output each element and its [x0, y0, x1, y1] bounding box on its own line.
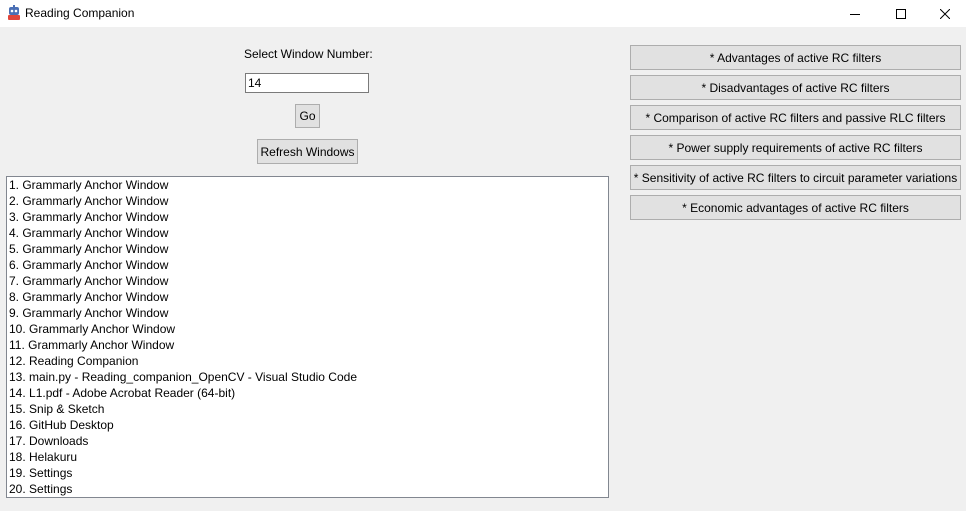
window-title: Reading Companion [25, 6, 135, 20]
window-list-item[interactable]: 3. Grammarly Anchor Window [7, 209, 608, 225]
close-icon [940, 8, 950, 19]
robot-app-icon [8, 5, 20, 20]
window-list-item[interactable]: 7. Grammarly Anchor Window [7, 273, 608, 289]
title-bar[interactable]: Reading Companion [0, 0, 966, 27]
window-list-item[interactable]: 13. main.py - Reading_companion_OpenCV -… [7, 369, 608, 385]
window-list-item[interactable]: 19. Settings [7, 465, 608, 481]
close-button[interactable] [924, 0, 966, 27]
minimize-icon [850, 13, 860, 15]
go-button[interactable]: Go [295, 104, 320, 128]
window-list-item[interactable]: 2. Grammarly Anchor Window [7, 193, 608, 209]
select-window-label: Select Window Number: [244, 47, 373, 61]
window-list-item[interactable]: 12. Reading Companion [7, 353, 608, 369]
window-list-item[interactable]: 10. Grammarly Anchor Window [7, 321, 608, 337]
topic-button[interactable]: * Disadvantages of active RC filters [630, 75, 961, 100]
minimize-button[interactable] [832, 0, 878, 27]
window-listbox[interactable]: 1. Grammarly Anchor Window 2. Grammarly A… [6, 176, 609, 498]
maximize-icon [896, 8, 906, 19]
window-list-item[interactable]: 17. Downloads [7, 433, 608, 449]
topic-button[interactable]: * Sensitivity of active RC filters to ci… [630, 165, 961, 190]
window-list-item[interactable]: 4. Grammarly Anchor Window [7, 225, 608, 241]
topic-button[interactable]: * Comparison of active RC filters and pa… [630, 105, 961, 130]
window-list-item[interactable]: 9. Grammarly Anchor Window [7, 305, 608, 321]
window-list-item[interactable]: 6. Grammarly Anchor Window [7, 257, 608, 273]
window-list-item[interactable]: 14. L1.pdf - Adobe Acrobat Reader (64-bi… [7, 385, 608, 401]
window-list-item[interactable]: 11. Grammarly Anchor Window [7, 337, 608, 353]
window-list-item[interactable]: 8. Grammarly Anchor Window [7, 289, 608, 305]
window-list-item[interactable]: 18. Helakuru [7, 449, 608, 465]
window-list-item[interactable]: 15. Snip & Sketch [7, 401, 608, 417]
refresh-windows-button[interactable]: Refresh Windows [257, 139, 358, 164]
maximize-button[interactable] [878, 0, 924, 27]
window-number-input[interactable] [245, 73, 369, 93]
topic-button[interactable]: * Economic advantages of active RC filte… [630, 195, 961, 220]
window-list-item[interactable]: 20. Settings [7, 481, 608, 497]
window-list-item[interactable]: 1. Grammarly Anchor Window [7, 177, 608, 193]
topic-button[interactable]: * Advantages of active RC filters [630, 45, 961, 70]
window-list-item[interactable]: 5. Grammarly Anchor Window [7, 241, 608, 257]
window-list-item[interactable]: 16. GitHub Desktop [7, 417, 608, 433]
topic-button[interactable]: * Power supply requirements of active RC… [630, 135, 961, 160]
